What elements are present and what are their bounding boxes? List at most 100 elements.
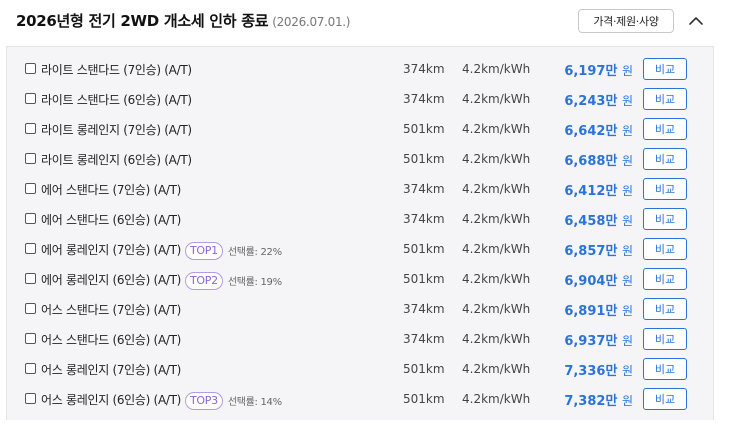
trim-name: 라이트 스탠다드 (6인승) (A/T): [41, 93, 192, 107]
trim-row: 에어 스탠다드 (6인승) (A/T) 374km 4.2km/kWh 6,458만 …: [7, 202, 715, 232]
trim-price: 6,904만 원: [564, 270, 633, 289]
energy-efficiency: 4.2km/kWh: [462, 212, 531, 226]
trim-price: 6,412만 원: [564, 180, 633, 199]
trim-name-cell[interactable]: 어스 롱레인지 (6인승) (A/T) TOP3 선택률: 14%: [41, 391, 282, 410]
compare-button[interactable]: 비교: [643, 358, 687, 380]
price-value: 7,336만: [564, 364, 618, 379]
energy-efficiency: 4.2km/kWh: [462, 332, 531, 346]
energy-efficiency: 4.2km/kWh: [462, 182, 531, 196]
trim-name-cell[interactable]: 라이트 롱레인지 (7인승) (A/T): [41, 121, 192, 138]
driving-range: 501km: [403, 122, 445, 136]
compare-button[interactable]: 비교: [643, 268, 687, 290]
energy-efficiency: 4.2km/kWh: [462, 362, 531, 376]
price-unit: 원: [621, 124, 633, 138]
trim-checkbox[interactable]: [25, 213, 36, 224]
compare-button[interactable]: 비교: [643, 58, 687, 80]
compare-button[interactable]: 비교: [643, 118, 687, 140]
price-unit: 원: [621, 364, 633, 378]
price-value: 6,458만: [564, 214, 618, 229]
trim-row: 라이트 스탠다드 (7인승) (A/T) 374km 4.2km/kWh 6,197만…: [7, 52, 715, 82]
trim-name-cell[interactable]: 에어 스탠다드 (6인승) (A/T): [41, 211, 181, 228]
compare-button[interactable]: 비교: [643, 208, 687, 230]
trim-checkbox[interactable]: [25, 93, 36, 104]
energy-efficiency: 4.2km/kWh: [462, 302, 531, 316]
trim-checkbox[interactable]: [25, 363, 36, 374]
trim-name: 어스 롱레인지 (6인승) (A/T): [41, 393, 182, 407]
trim-name-cell[interactable]: 어스 롱레인지 (7인승) (A/T): [41, 361, 181, 378]
price-spec-option-button[interactable]: 가격·제원·사양: [578, 9, 674, 33]
trim-name-cell[interactable]: 에어 롱레인지 (7인승) (A/T) TOP1 선택률: 22%: [41, 241, 282, 260]
trim-name-cell[interactable]: 라이트 스탠다드 (7인승) (A/T): [41, 61, 192, 78]
selection-rate: 선택률: 19%: [227, 277, 282, 288]
trim-list-header: 2026년형 전기 2WD 개소세 인하 종료 (2026.07.01.) 가격·…: [0, 0, 736, 44]
trim-price: 7,336만 원: [564, 360, 633, 379]
price-unit: 원: [621, 94, 633, 108]
section-title: 2026년형 전기 2WD 개소세 인하 종료 (2026.07.01.): [16, 10, 351, 31]
price-value: 7,382만: [564, 394, 618, 409]
price-value: 6,904만: [564, 274, 618, 289]
driving-range: 501km: [403, 362, 445, 376]
energy-efficiency: 4.2km/kWh: [462, 242, 531, 256]
trim-row: 어스 스탠다드 (6인승) (A/T) 374km 4.2km/kWh 6,937만 …: [7, 322, 715, 352]
trim-checkbox[interactable]: [25, 63, 36, 74]
price-unit: 원: [621, 184, 633, 198]
driving-range: 374km: [403, 332, 445, 346]
trim-row: 라이트 롱레인지 (6인승) (A/T) 501km 4.2km/kWh 6,688만…: [7, 142, 715, 172]
price-unit: 원: [621, 334, 633, 348]
trim-row: 에어 롱레인지 (6인승) (A/T) TOP2 선택률: 19% 501km 4.2k…: [7, 262, 715, 292]
trim-name-cell[interactable]: 라이트 롱레인지 (6인승) (A/T): [41, 151, 192, 168]
trim-checkbox[interactable]: [25, 333, 36, 344]
energy-efficiency: 4.2km/kWh: [462, 62, 531, 76]
compare-button[interactable]: 비교: [643, 148, 687, 170]
trim-list: 라이트 스탠다드 (7인승) (A/T) 374km 4.2km/kWh 6,197만…: [6, 46, 714, 420]
top-rank-badge: TOP2: [185, 271, 223, 290]
trim-checkbox[interactable]: [25, 153, 36, 164]
trim-checkbox[interactable]: [25, 303, 36, 314]
compare-button[interactable]: 비교: [643, 328, 687, 350]
price-unit: 원: [621, 274, 633, 288]
compare-button[interactable]: 비교: [643, 88, 687, 110]
driving-range: 501km: [403, 242, 445, 256]
trim-row: 어스 스탠다드 (7인승) (A/T) 374km 4.2km/kWh 6,891만 …: [7, 292, 715, 322]
price-value: 6,642만: [564, 124, 618, 139]
driving-range: 374km: [403, 302, 445, 316]
driving-range: 374km: [403, 212, 445, 226]
trim-checkbox[interactable]: [25, 123, 36, 134]
price-value: 6,688만: [564, 154, 618, 169]
trim-checkbox[interactable]: [25, 273, 36, 284]
trim-price: 7,382만 원: [564, 390, 633, 409]
driving-range: 501km: [403, 152, 445, 166]
trim-name: 어스 스탠다드 (6인승) (A/T): [41, 333, 182, 347]
trim-row: 어스 롱레인지 (7인승) (A/T) 501km 4.2km/kWh 7,336만 …: [7, 352, 715, 382]
trim-name-cell[interactable]: 에어 스탠다드 (7인승) (A/T): [41, 181, 181, 198]
compare-button[interactable]: 비교: [643, 238, 687, 260]
trim-name-cell[interactable]: 에어 롱레인지 (6인승) (A/T) TOP2 선택률: 19%: [41, 271, 282, 290]
compare-button[interactable]: 비교: [643, 298, 687, 320]
trim-name: 라이트 롱레인지 (6인승) (A/T): [41, 153, 192, 167]
chevron-up-icon[interactable]: [686, 13, 706, 29]
compare-button[interactable]: 비교: [643, 388, 687, 410]
trim-row: 라이트 롱레인지 (7인승) (A/T) 501km 4.2km/kWh 6,642만…: [7, 112, 715, 142]
driving-range: 374km: [403, 182, 445, 196]
price-unit: 원: [621, 394, 633, 408]
price-value: 6,197만: [564, 64, 618, 79]
trim-checkbox[interactable]: [25, 393, 36, 404]
trim-price: 6,197만 원: [564, 60, 633, 79]
trim-name-cell[interactable]: 라이트 스탠다드 (6인승) (A/T): [41, 91, 192, 108]
trim-name: 에어 스탠다드 (7인승) (A/T): [41, 183, 182, 197]
top-rank-badge: TOP1: [185, 241, 223, 260]
compare-button[interactable]: 비교: [643, 178, 687, 200]
trim-checkbox[interactable]: [25, 183, 36, 194]
trim-name: 에어 스탠다드 (6인승) (A/T): [41, 213, 182, 227]
trim-name: 어스 스탠다드 (7인승) (A/T): [41, 303, 182, 317]
price-value: 6,412만: [564, 184, 618, 199]
trim-name-cell[interactable]: 어스 스탠다드 (7인승) (A/T): [41, 301, 181, 318]
driving-range: 374km: [403, 92, 445, 106]
trim-price: 6,642만 원: [564, 120, 633, 139]
effective-date: (2026.07.01.): [272, 15, 351, 29]
trim-name-cell[interactable]: 어스 스탠다드 (6인승) (A/T): [41, 331, 181, 348]
price-unit: 원: [621, 304, 633, 318]
trim-price: 6,688만 원: [564, 150, 633, 169]
energy-efficiency: 4.2km/kWh: [462, 272, 531, 286]
trim-checkbox[interactable]: [25, 243, 36, 254]
